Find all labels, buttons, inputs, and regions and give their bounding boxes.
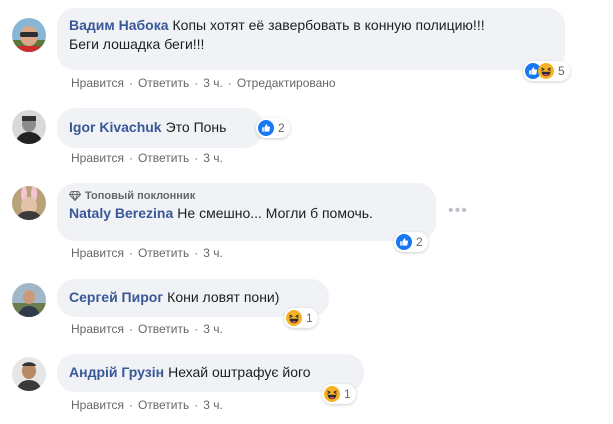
comment-author[interactable]: Андрій Грузін	[69, 364, 164, 380]
comment-bubble: Вадим Набока Копы хотят её завербовать в …	[57, 8, 565, 70]
like-button[interactable]: Нравится	[71, 398, 124, 412]
timestamp[interactable]: 3 ч.	[203, 246, 223, 260]
reaction-count: 1	[344, 387, 351, 401]
reaction-summary[interactable]: 2	[394, 232, 428, 252]
reaction-summary[interactable]: 1	[322, 384, 356, 404]
comment-author[interactable]: Сергей Пирог	[69, 289, 163, 305]
comment-actions: Нравится · Ответить · 3 ч.	[71, 322, 223, 336]
timestamp[interactable]: 3 ч.	[203, 151, 223, 165]
reply-button[interactable]: Ответить	[138, 246, 189, 260]
timestamp[interactable]: 3 ч.	[203, 322, 223, 336]
edited-label[interactable]: Отредактировано	[237, 76, 336, 90]
reaction-summary[interactable]: 5	[523, 61, 570, 81]
avatar[interactable]	[12, 283, 46, 317]
like-button[interactable]: Нравится	[71, 246, 124, 260]
comment-text: Кони ловят пони)	[167, 289, 280, 305]
comment-author[interactable]: Igor Kivachuk	[69, 119, 162, 135]
comment-actions: Нравится · Ответить · 3 ч.	[71, 151, 223, 165]
comment-author[interactable]: Вадим Набока	[69, 17, 169, 33]
comment-text: Не смешно... Могли б помочь.	[177, 205, 373, 221]
timestamp[interactable]: 3 ч.	[203, 398, 223, 412]
avatar[interactable]	[12, 110, 46, 144]
like-button[interactable]: Нравится	[71, 322, 124, 336]
comment-text: Нехай оштрафує його	[168, 364, 311, 380]
comment-bubble: Андрій Грузін Нехай оштрафує його	[57, 354, 364, 392]
comment-author[interactable]: Nataly Berezina	[69, 205, 173, 221]
haha-icon	[286, 310, 302, 326]
more-options-icon[interactable]: •••	[448, 202, 468, 220]
like-button[interactable]: Нравится	[71, 151, 124, 165]
reaction-count: 1	[306, 311, 313, 325]
reaction-count: 2	[278, 121, 285, 135]
haha-icon	[324, 386, 340, 402]
avatar[interactable]	[12, 186, 46, 220]
diamond-icon	[69, 191, 81, 201]
avatar[interactable]	[12, 18, 46, 52]
haha-icon	[538, 63, 554, 79]
reply-button[interactable]: Ответить	[138, 151, 189, 165]
top-fan-badge: Топовый поклонник	[69, 189, 424, 203]
reaction-count: 5	[558, 64, 565, 78]
comment-text: Копы хотят её завербовать в конную полиц…	[172, 17, 485, 33]
reaction-count: 2	[416, 235, 423, 249]
reaction-summary[interactable]: 2	[256, 118, 290, 138]
avatar[interactable]	[12, 357, 46, 391]
comment-bubble: Топовый поклонник Nataly Berezina Не смеш…	[57, 183, 436, 241]
reply-button[interactable]: Ответить	[138, 322, 189, 336]
like-icon	[396, 234, 412, 250]
like-icon	[258, 120, 274, 136]
comment-actions: Нравится · Ответить · 3 ч. · Отредактировано	[71, 76, 336, 90]
reply-button[interactable]: Ответить	[138, 398, 189, 412]
comment-text: Беги лошадка беги!!!	[69, 36, 205, 52]
comment-text: Это Понь	[165, 119, 227, 135]
reply-button[interactable]: Ответить	[138, 76, 189, 90]
comment-actions: Нравится · Ответить · 3 ч.	[71, 398, 223, 412]
like-button[interactable]: Нравится	[71, 76, 124, 90]
comment-actions: Нравится · Ответить · 3 ч.	[71, 246, 223, 260]
reaction-summary[interactable]: 1	[284, 308, 318, 328]
timestamp[interactable]: 3 ч.	[203, 76, 223, 90]
comment-bubble: Igor Kivachuk Это Понь	[57, 108, 263, 148]
